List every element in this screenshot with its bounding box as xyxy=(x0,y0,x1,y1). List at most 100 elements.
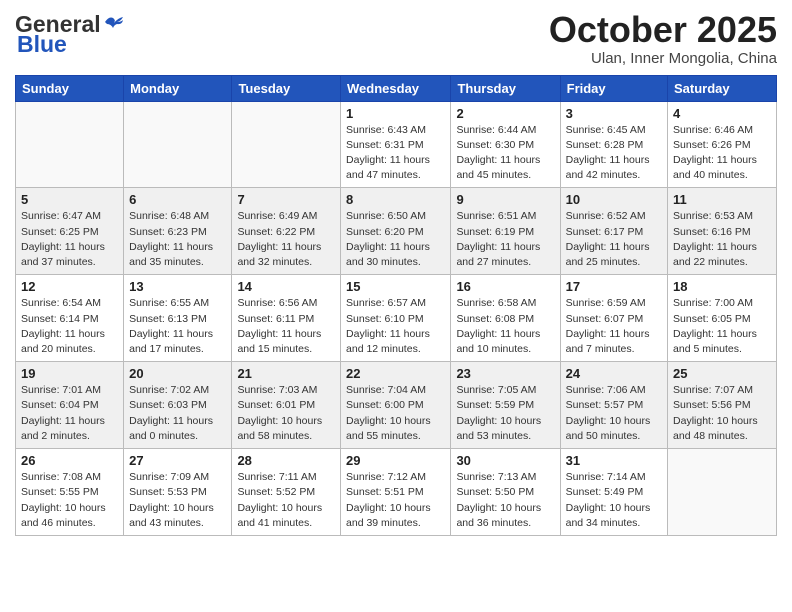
calendar-cell xyxy=(124,101,232,188)
day-info: Sunrise: 6:51 AM Sunset: 6:19 PM Dayligh… xyxy=(456,209,554,270)
day-number: 23 xyxy=(456,366,554,381)
calendar-cell: 13 Sunrise: 6:55 AM Sunset: 6:13 PM Dayli… xyxy=(124,275,232,362)
calendar-cell xyxy=(668,449,777,536)
day-info: Sunrise: 6:44 AM Sunset: 6:30 PM Dayligh… xyxy=(456,123,554,184)
calendar-cell: 23 Sunrise: 7:05 AM Sunset: 5:59 PM Dayli… xyxy=(451,362,560,449)
day-number: 9 xyxy=(456,192,554,207)
day-info: Sunrise: 7:06 AM Sunset: 5:57 PM Dayligh… xyxy=(566,383,662,444)
day-info: Sunrise: 6:50 AM Sunset: 6:20 PM Dayligh… xyxy=(346,209,445,270)
week-row-3: 12Sunrise: 6:54 AM Sunset: 6:14 PM Dayli… xyxy=(16,275,777,362)
page-header: General Blue October 2025 Ulan, Inner Mo… xyxy=(15,10,777,67)
calendar-cell xyxy=(16,101,124,188)
day-info: Sunrise: 6:52 AM Sunset: 6:17 PM Dayligh… xyxy=(566,209,662,270)
day-info: Sunrise: 7:08 AM Sunset: 5:55 PM Dayligh… xyxy=(21,470,118,531)
day-info: Sunrise: 6:48 AM Sunset: 6:23 PM Dayligh… xyxy=(129,209,226,270)
day-info: Sunrise: 7:05 AM Sunset: 5:59 PM Dayligh… xyxy=(456,383,554,444)
location: Ulan, Inner Mongolia, China xyxy=(549,50,777,67)
day-info: Sunrise: 6:49 AM Sunset: 6:22 PM Dayligh… xyxy=(237,209,335,270)
day-number: 10 xyxy=(566,192,662,207)
day-number: 15 xyxy=(346,279,445,294)
day-info: Sunrise: 6:56 AM Sunset: 6:11 PM Dayligh… xyxy=(237,296,335,357)
calendar-cell: 2 Sunrise: 6:44 AM Sunset: 6:30 PM Daylig… xyxy=(451,101,560,188)
day-info: Sunrise: 7:01 AM Sunset: 6:04 PM Dayligh… xyxy=(21,383,118,444)
calendar-cell: 16Sunrise: 6:58 AM Sunset: 6:08 PM Dayli… xyxy=(451,275,560,362)
day-number: 1 xyxy=(346,106,445,121)
calendar-cell: 15 Sunrise: 6:57 AM Sunset: 6:10 PM Dayli… xyxy=(341,275,451,362)
title-block: October 2025 Ulan, Inner Mongolia, China xyxy=(549,10,777,67)
logo: General Blue xyxy=(15,12,125,56)
col-saturday: Saturday xyxy=(668,75,777,101)
day-info: Sunrise: 6:54 AM Sunset: 6:14 PM Dayligh… xyxy=(21,296,118,357)
day-number: 18 xyxy=(673,279,771,294)
page-container: General Blue October 2025 Ulan, Inner Mo… xyxy=(0,0,792,546)
day-number: 31 xyxy=(566,453,662,468)
day-number: 4 xyxy=(673,106,771,121)
calendar-cell: 11Sunrise: 6:53 AM Sunset: 6:16 PM Dayli… xyxy=(668,188,777,275)
day-info: Sunrise: 6:59 AM Sunset: 6:07 PM Dayligh… xyxy=(566,296,662,357)
day-info: Sunrise: 6:45 AM Sunset: 6:28 PM Dayligh… xyxy=(566,123,662,184)
day-info: Sunrise: 6:57 AM Sunset: 6:10 PM Dayligh… xyxy=(346,296,445,357)
day-number: 30 xyxy=(456,453,554,468)
col-wednesday: Wednesday xyxy=(341,75,451,101)
col-friday: Friday xyxy=(560,75,667,101)
header-row: Sunday Monday Tuesday Wednesday Thursday… xyxy=(16,75,777,101)
calendar-cell: 4 Sunrise: 6:46 AM Sunset: 6:26 PM Daylig… xyxy=(668,101,777,188)
calendar-table: Sunday Monday Tuesday Wednesday Thursday… xyxy=(15,75,777,536)
day-info: Sunrise: 7:11 AM Sunset: 5:52 PM Dayligh… xyxy=(237,470,335,531)
calendar-cell: 12Sunrise: 6:54 AM Sunset: 6:14 PM Dayli… xyxy=(16,275,124,362)
week-row-5: 26 Sunrise: 7:08 AM Sunset: 5:55 PM Dayli… xyxy=(16,449,777,536)
day-number: 11 xyxy=(673,192,771,207)
col-sunday: Sunday xyxy=(16,75,124,101)
calendar-cell: 22 Sunrise: 7:04 AM Sunset: 6:00 PM Dayli… xyxy=(341,362,451,449)
day-number: 22 xyxy=(346,366,445,381)
calendar-cell: 6Sunrise: 6:48 AM Sunset: 6:23 PM Daylig… xyxy=(124,188,232,275)
day-number: 29 xyxy=(346,453,445,468)
calendar-cell: 27Sunrise: 7:09 AM Sunset: 5:53 PM Dayli… xyxy=(124,449,232,536)
day-number: 7 xyxy=(237,192,335,207)
week-row-2: 5Sunrise: 6:47 AM Sunset: 6:25 PM Daylig… xyxy=(16,188,777,275)
day-number: 21 xyxy=(237,366,335,381)
calendar-cell: 3 Sunrise: 6:45 AM Sunset: 6:28 PM Daylig… xyxy=(560,101,667,188)
calendar-cell: 7 Sunrise: 6:49 AM Sunset: 6:22 PM Daylig… xyxy=(232,188,341,275)
calendar-cell: 21Sunrise: 7:03 AM Sunset: 6:01 PM Dayli… xyxy=(232,362,341,449)
calendar-cell: 31 Sunrise: 7:14 AM Sunset: 5:49 PM Dayli… xyxy=(560,449,667,536)
calendar-cell: 8 Sunrise: 6:50 AM Sunset: 6:20 PM Daylig… xyxy=(341,188,451,275)
logo-bird-icon xyxy=(103,14,125,35)
logo-blue: Blue xyxy=(17,33,125,56)
calendar-cell: 1 Sunrise: 6:43 AM Sunset: 6:31 PM Daylig… xyxy=(341,101,451,188)
calendar-cell: 30Sunrise: 7:13 AM Sunset: 5:50 PM Dayli… xyxy=(451,449,560,536)
day-number: 13 xyxy=(129,279,226,294)
day-number: 8 xyxy=(346,192,445,207)
day-info: Sunrise: 6:55 AM Sunset: 6:13 PM Dayligh… xyxy=(129,296,226,357)
day-number: 26 xyxy=(21,453,118,468)
calendar-cell: 14Sunrise: 6:56 AM Sunset: 6:11 PM Dayli… xyxy=(232,275,341,362)
calendar-cell: 24 Sunrise: 7:06 AM Sunset: 5:57 PM Dayli… xyxy=(560,362,667,449)
day-info: Sunrise: 7:04 AM Sunset: 6:00 PM Dayligh… xyxy=(346,383,445,444)
calendar-cell: 19Sunrise: 7:01 AM Sunset: 6:04 PM Dayli… xyxy=(16,362,124,449)
week-row-1: 1 Sunrise: 6:43 AM Sunset: 6:31 PM Daylig… xyxy=(16,101,777,188)
day-info: Sunrise: 6:46 AM Sunset: 6:26 PM Dayligh… xyxy=(673,123,771,184)
calendar-cell: 17 Sunrise: 6:59 AM Sunset: 6:07 PM Dayli… xyxy=(560,275,667,362)
day-number: 28 xyxy=(237,453,335,468)
day-number: 25 xyxy=(673,366,771,381)
day-info: Sunrise: 7:00 AM Sunset: 6:05 PM Dayligh… xyxy=(673,296,771,357)
calendar-cell: 5Sunrise: 6:47 AM Sunset: 6:25 PM Daylig… xyxy=(16,188,124,275)
day-number: 20 xyxy=(129,366,226,381)
day-info: Sunrise: 6:58 AM Sunset: 6:08 PM Dayligh… xyxy=(456,296,554,357)
day-number: 17 xyxy=(566,279,662,294)
day-info: Sunrise: 7:14 AM Sunset: 5:49 PM Dayligh… xyxy=(566,470,662,531)
calendar-cell: 18 Sunrise: 7:00 AM Sunset: 6:05 PM Dayli… xyxy=(668,275,777,362)
day-number: 5 xyxy=(21,192,118,207)
col-monday: Monday xyxy=(124,75,232,101)
day-info: Sunrise: 6:43 AM Sunset: 6:31 PM Dayligh… xyxy=(346,123,445,184)
day-number: 27 xyxy=(129,453,226,468)
calendar-cell: 26 Sunrise: 7:08 AM Sunset: 5:55 PM Dayli… xyxy=(16,449,124,536)
day-number: 24 xyxy=(566,366,662,381)
day-number: 2 xyxy=(456,106,554,121)
calendar-cell: 20Sunrise: 7:02 AM Sunset: 6:03 PM Dayli… xyxy=(124,362,232,449)
calendar-cell: 29Sunrise: 7:12 AM Sunset: 5:51 PM Dayli… xyxy=(341,449,451,536)
day-info: Sunrise: 7:07 AM Sunset: 5:56 PM Dayligh… xyxy=(673,383,771,444)
calendar-cell: 9 Sunrise: 6:51 AM Sunset: 6:19 PM Daylig… xyxy=(451,188,560,275)
month-title: October 2025 xyxy=(549,10,777,50)
day-number: 3 xyxy=(566,106,662,121)
